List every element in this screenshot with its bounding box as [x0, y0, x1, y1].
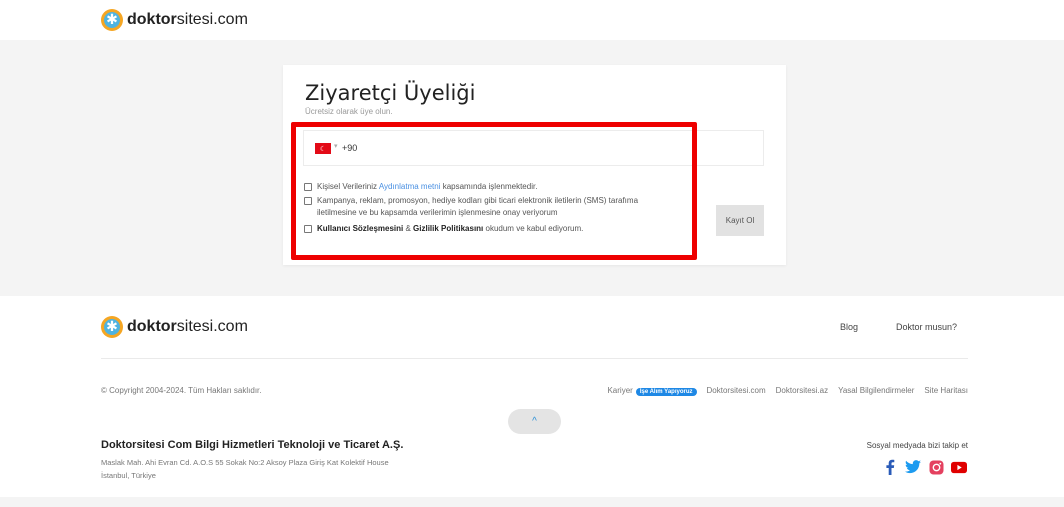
- sitemap-link[interactable]: Site Haritası: [924, 386, 968, 395]
- consent-text: kapsamında işlenmektedir.: [440, 182, 538, 191]
- consent-text: Kampanya, reklam, promosyon, hediye kodl…: [317, 196, 639, 205]
- legal-link[interactable]: Yasal Bilgilendirmeler: [838, 386, 914, 395]
- phone-input[interactable]: ☾ ▾ +90: [303, 130, 764, 166]
- copyright: © Copyright 2004-2024. Tüm Hakları saklı…: [101, 386, 262, 395]
- scroll-to-top-button[interactable]: ^: [508, 409, 561, 434]
- company-city: İstanbul, Türkiye: [101, 471, 156, 480]
- logo-icon: [101, 316, 123, 338]
- company-name: Doktorsitesi Com Bilgi Hizmetleri Teknol…: [101, 439, 404, 451]
- consent-text: iletilmesine ve bu kapsamda verilerimin …: [317, 208, 558, 217]
- site-logo[interactable]: doktorsitesi.com: [101, 9, 248, 31]
- consent-sms: Kampanya, reklam, promosyon, hediye kodl…: [304, 195, 638, 219]
- logo-text-light: sitesi.com: [176, 318, 248, 335]
- social-label: Sosyal medyada bizi takip et: [866, 441, 968, 450]
- logo-text-bold: doktor: [127, 318, 177, 335]
- footer-nav-doctor[interactable]: Doktor musun?: [896, 322, 957, 332]
- terms-checkbox[interactable]: [304, 225, 312, 233]
- social-icons: [882, 459, 967, 475]
- footer-links: Kariyer İşe Alım Yapıyoruz Doktorsitesi.c…: [597, 386, 968, 396]
- footer-divider: [101, 358, 968, 359]
- logo-text-light: sitesi.com: [176, 11, 248, 28]
- dial-code: +90: [342, 143, 358, 153]
- career-link-label: Kariyer: [607, 386, 633, 395]
- user-agreement-link[interactable]: Kullanıcı Sözleşmesini: [317, 224, 403, 233]
- company-address: Maslak Mah. Ahi Evran Cd. A.O.S 55 Sokak…: [101, 458, 389, 467]
- turkey-flag-icon[interactable]: ☾: [315, 143, 331, 154]
- doktorsitesi-com-link[interactable]: Doktorsitesi.com: [707, 386, 766, 395]
- instagram-icon[interactable]: [928, 459, 944, 475]
- bottom-strip: [0, 497, 1064, 507]
- disclosure-link[interactable]: Aydınlatma metni: [379, 182, 441, 191]
- twitter-icon[interactable]: [905, 459, 921, 475]
- visitor-signup-card: Ziyaretçi Üyeliği Ücretsiz olarak üye ol…: [283, 65, 786, 265]
- consent-terms: Kullanıcı Sözleşmesini & Gizlilik Politi…: [304, 223, 583, 235]
- chevron-up-icon: ^: [532, 416, 537, 427]
- footer-logo[interactable]: doktorsitesi.com: [101, 316, 248, 338]
- sms-checkbox[interactable]: [304, 197, 312, 205]
- consent-text: &: [403, 224, 414, 233]
- chevron-down-icon[interactable]: ▾: [334, 142, 338, 150]
- youtube-icon[interactable]: [951, 459, 967, 475]
- consent-kvkk: Kişisel Verileriniz Aydınlatma metni kap…: [304, 181, 537, 193]
- kvkk-checkbox[interactable]: [304, 183, 312, 191]
- facebook-icon[interactable]: [882, 459, 898, 475]
- privacy-policy-link[interactable]: Gizlilik Politikasını: [413, 224, 483, 233]
- logo-icon: [101, 9, 123, 31]
- page-subtitle: Ücretsiz olarak üye olun.: [305, 107, 393, 116]
- register-button[interactable]: Kayıt Ol: [716, 205, 764, 236]
- doktorsitesi-az-link[interactable]: Doktorsitesi.az: [776, 386, 828, 395]
- consent-text: Kişisel Verileriniz: [317, 182, 379, 191]
- hiring-badge[interactable]: İşe Alım Yapıyoruz: [635, 388, 697, 396]
- consent-text: okudum ve kabul ediyorum.: [483, 224, 584, 233]
- page-title: Ziyaretçi Üyeliği: [305, 81, 476, 105]
- footer-nav-blog[interactable]: Blog: [840, 322, 858, 332]
- logo-text-bold: doktor: [127, 11, 177, 28]
- career-link[interactable]: Kariyer İşe Alım Yapıyoruz: [607, 386, 697, 396]
- site-header: doktorsitesi.com: [0, 0, 1064, 40]
